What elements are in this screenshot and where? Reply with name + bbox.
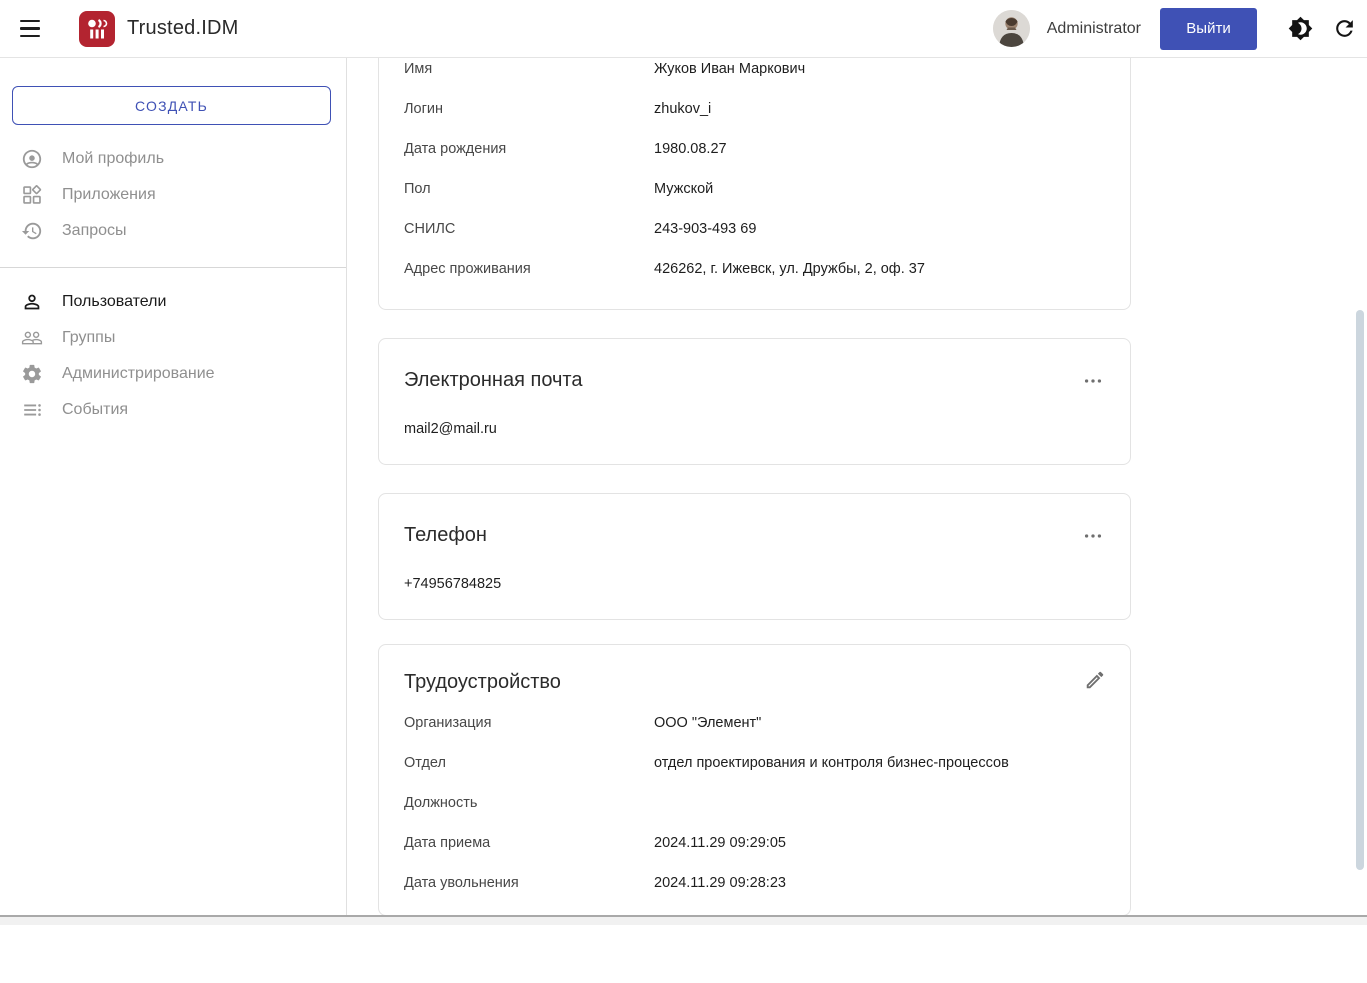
sidebar-item-label: Пользователи — [62, 293, 166, 311]
field-row: СНИЛС 243-903-493 69 — [404, 209, 1105, 249]
sidebar-nav-top: Мой профиль Приложения Запросы — [0, 141, 346, 249]
field-label: Логин — [404, 101, 654, 117]
field-value: ООО "Элемент" — [654, 715, 761, 731]
phone-card-menu-button[interactable] — [1078, 521, 1108, 551]
refresh-button[interactable] — [1332, 16, 1357, 41]
field-value: 2024.11.29 09:28:23 — [654, 875, 786, 891]
sidebar-item-my-profile[interactable]: Мой профиль — [0, 141, 346, 177]
sidebar-item-label: Администрирование — [62, 365, 215, 383]
person-icon — [21, 291, 43, 313]
employment-card-title: Трудоустройство — [404, 671, 1105, 694]
sidebar-item-label: Приложения — [62, 186, 156, 204]
logo-icon — [79, 11, 115, 47]
field-row: Дата увольнения 2024.11.29 09:28:23 — [404, 863, 1105, 903]
field-label: Дата приема — [404, 835, 654, 851]
field-row: Отдел отдел проектирования и контроля би… — [404, 743, 1105, 783]
hamburger-menu-icon[interactable] — [16, 18, 44, 40]
brightness-icon — [1288, 16, 1313, 41]
email-card-menu-button[interactable] — [1078, 366, 1108, 396]
email-card: Электронная почта mail2@mail.ru — [378, 338, 1131, 465]
group-icon — [21, 327, 43, 349]
sidebar-item-users[interactable]: Пользователи — [0, 284, 346, 320]
main-content: Имя Жуков Иван Маркович Логин zhukov_i Д… — [347, 58, 1367, 915]
email-card-title: Электронная почта — [404, 369, 1105, 392]
field-value: Жуков Иван Маркович — [654, 61, 805, 77]
sidebar-item-label: Мой профиль — [62, 150, 164, 168]
create-button[interactable]: СОЗДАТЬ — [12, 86, 331, 125]
sidebar-item-requests[interactable]: Запросы — [0, 213, 346, 249]
field-value: 243-903-493 69 — [654, 221, 756, 237]
field-label: Дата рождения — [404, 141, 654, 157]
phone-card: Телефон +74956784825 — [378, 493, 1131, 620]
field-label: Имя — [404, 61, 654, 77]
field-value: 1980.08.27 — [654, 141, 727, 157]
employment-edit-button[interactable] — [1082, 667, 1108, 693]
field-label: Адрес проживания — [404, 261, 654, 277]
vertical-scrollbar-thumb[interactable] — [1356, 310, 1364, 870]
employment-card: Трудоустройство Организация ООО "Элемент… — [378, 644, 1131, 915]
field-value: 2024.11.29 09:29:05 — [654, 835, 786, 851]
sidebar-item-applications[interactable]: Приложения — [0, 177, 346, 213]
sidebar: СОЗДАТЬ Мой профиль Приложения Запросы — [0, 58, 347, 915]
account-circle-icon — [21, 148, 43, 170]
history-icon — [21, 220, 43, 242]
settings-icon — [21, 363, 43, 385]
more-horiz-icon — [1082, 370, 1104, 392]
field-row: Дата приема 2024.11.29 09:29:05 — [404, 823, 1105, 863]
theme-toggle-button[interactable] — [1288, 16, 1313, 41]
employment-fields: Организация ООО "Элемент" Отдел отдел пр… — [404, 703, 1105, 903]
field-label: Организация — [404, 715, 654, 731]
field-label: Отдел — [404, 755, 654, 771]
phone-value: +74956784825 — [404, 576, 1105, 592]
profile-details-card: Имя Жуков Иван Маркович Логин zhukov_i Д… — [378, 58, 1131, 310]
sidebar-item-events[interactable]: События — [0, 392, 346, 428]
logout-button[interactable]: Выйти — [1160, 8, 1257, 50]
sidebar-item-administration[interactable]: Администрирование — [0, 356, 346, 392]
field-row: Имя Жуков Иван Маркович — [404, 58, 1105, 89]
app-logo — [79, 11, 115, 47]
field-row: Дата рождения 1980.08.27 — [404, 129, 1105, 169]
sidebar-divider — [0, 267, 346, 268]
email-value: mail2@mail.ru — [404, 421, 1105, 437]
sidebar-item-label: События — [62, 401, 128, 419]
field-label: СНИЛС — [404, 221, 654, 237]
field-value: отдел проектирования и контроля бизнес-п… — [654, 755, 1009, 771]
apps-icon — [21, 184, 43, 206]
user-name: Administrator — [1047, 20, 1141, 38]
field-label: Должность — [404, 795, 654, 811]
field-row: Организация ООО "Элемент" — [404, 703, 1105, 743]
field-value: Мужской — [654, 181, 713, 197]
field-row: Логин zhukov_i — [404, 89, 1105, 129]
field-label: Дата увольнения — [404, 875, 654, 891]
field-row: Должность — [404, 783, 1105, 823]
field-label: Пол — [404, 181, 654, 197]
events-icon — [21, 399, 43, 421]
avatar[interactable] — [993, 10, 1030, 47]
app-header: Trusted.IDM Administrator Выйти — [0, 0, 1367, 58]
field-value: zhukov_i — [654, 101, 711, 117]
avatar-photo — [993, 10, 1030, 47]
refresh-icon — [1332, 16, 1357, 41]
phone-card-title: Телефон — [404, 524, 1105, 547]
field-row: Пол Мужской — [404, 169, 1105, 209]
sidebar-nav-bottom: Пользователи Группы Администрирование Со… — [0, 284, 346, 428]
page-title: Trusted.IDM — [127, 17, 238, 40]
edit-pencil-icon — [1084, 669, 1106, 691]
more-horiz-icon — [1082, 525, 1104, 547]
field-row: Адрес проживания 426262, г. Ижевск, ул. … — [404, 249, 1105, 289]
field-value: 426262, г. Ижевск, ул. Дружбы, 2, оф. 37 — [654, 261, 925, 277]
sidebar-item-label: Группы — [62, 329, 115, 347]
sidebar-item-groups[interactable]: Группы — [0, 320, 346, 356]
sidebar-item-label: Запросы — [62, 222, 127, 240]
horizontal-scrollbar-track[interactable] — [0, 915, 1367, 925]
